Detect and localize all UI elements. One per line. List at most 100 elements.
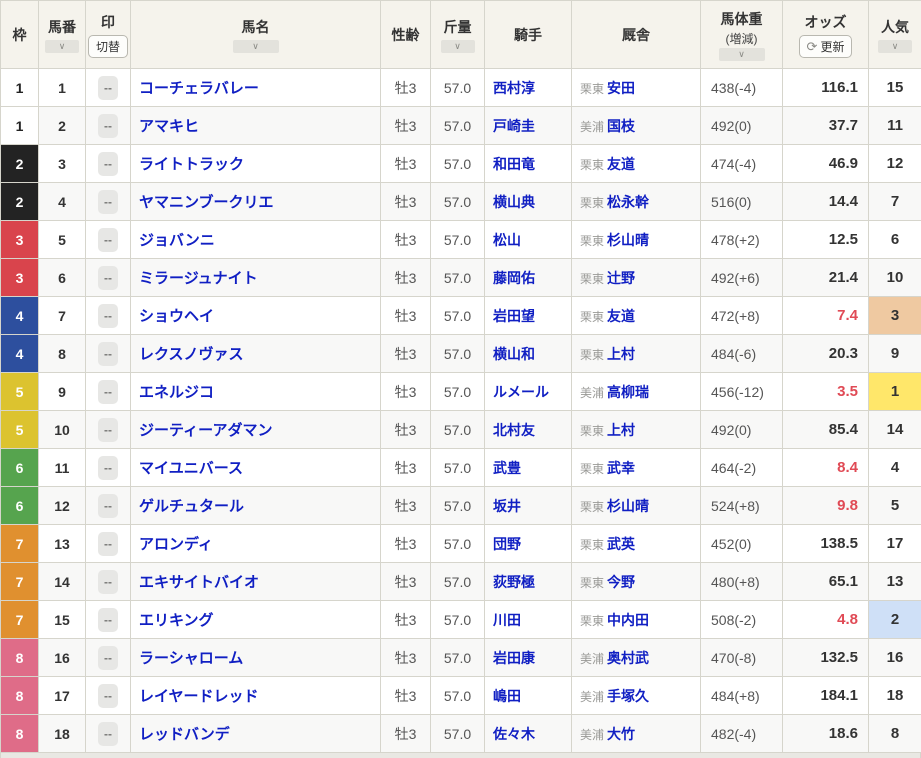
mark-cell: -- (86, 145, 131, 183)
table-row: 6 11 -- マイユニバース 牡3 57.0 武豊 栗東武幸 464(-2) … (1, 449, 921, 487)
body-weight-cell: 474(-4) (701, 145, 783, 183)
horse-name-link[interactable]: ライトトラック (139, 156, 244, 173)
horse-name-link[interactable]: エネルジコ (139, 384, 214, 401)
trainer-link[interactable]: 大竹 (607, 726, 635, 742)
horse-name-link[interactable]: アマキヒ (139, 118, 199, 135)
sort-horse-number-button[interactable]: ∨ (45, 40, 79, 53)
mark-toggle-chip[interactable]: -- (98, 456, 118, 480)
mark-toggle-chip[interactable]: -- (98, 608, 118, 632)
carried-weight-cell: 57.0 (431, 411, 485, 449)
jockey-link[interactable]: 坂井 (493, 498, 521, 514)
mark-toggle-chip[interactable]: -- (98, 722, 118, 746)
sort-popularity-button[interactable]: ∨ (878, 40, 912, 53)
header-body-weight-label: 馬体重 (721, 9, 763, 29)
trainer-link[interactable]: 上村 (607, 422, 635, 438)
trainer-link[interactable]: 高柳瑞 (607, 384, 649, 400)
horse-name-link[interactable]: マイユニバース (139, 460, 243, 477)
frame-cell: 8 (1, 715, 39, 753)
mark-toggle-chip[interactable]: -- (98, 304, 118, 328)
mark-toggle-chip[interactable]: -- (98, 532, 118, 556)
trainer-link[interactable]: 杉山晴 (607, 498, 649, 514)
horse-name-link[interactable]: レクスノヴァス (139, 346, 244, 363)
trainer-link[interactable]: 奥村武 (607, 650, 649, 666)
trainer-link[interactable]: 上村 (607, 346, 635, 362)
mark-toggle-chip[interactable]: -- (98, 76, 118, 100)
horse-name-link[interactable]: ショウヘイ (139, 308, 214, 325)
horse-name-link[interactable]: ジーティーアダマン (139, 422, 273, 439)
trainer-link[interactable]: 武幸 (607, 460, 635, 476)
trainer-link[interactable]: 辻野 (607, 270, 635, 286)
jockey-link[interactable]: 横山典 (493, 194, 535, 210)
trainer-link[interactable]: 杉山晴 (607, 232, 649, 248)
table-header: 枠 馬番 ∨ 印 切替 馬名 ∨ 性齢 (1, 1, 921, 69)
jockey-link[interactable]: 荻野極 (493, 574, 535, 590)
horse-name-link[interactable]: ヤマニンブークリエ (139, 194, 274, 211)
mark-toggle-chip[interactable]: -- (98, 570, 118, 594)
stable-region-label: 栗東 (580, 234, 604, 248)
horse-name-link[interactable]: ミラージュナイト (139, 270, 258, 287)
mark-toggle-button[interactable]: 切替 (88, 35, 128, 58)
mark-toggle-chip[interactable]: -- (98, 114, 118, 138)
trainer-link[interactable]: 今野 (607, 574, 635, 590)
trainer-link[interactable]: 松永幹 (607, 194, 649, 210)
sort-body-weight-button[interactable]: ∨ (719, 48, 765, 61)
header-jockey: 騎手 (485, 1, 572, 69)
jockey-link[interactable]: 岩田望 (493, 308, 535, 324)
frame-cell: 2 (1, 183, 39, 221)
jockey-link[interactable]: 松山 (493, 232, 521, 248)
horse-name-link[interactable]: ラーシャローム (139, 650, 243, 667)
horse-name-link[interactable]: エキサイトバイオ (139, 574, 259, 591)
mark-toggle-chip[interactable]: -- (98, 418, 118, 442)
jockey-link[interactable]: 佐々木 (493, 726, 535, 742)
trainer-link[interactable]: 安田 (607, 80, 635, 96)
carried-weight-cell: 57.0 (431, 145, 485, 183)
jockey-link[interactable]: 藤岡佑 (493, 270, 535, 286)
sort-carried-weight-button[interactable]: ∨ (441, 40, 475, 53)
table-row: 4 8 -- レクスノヴァス 牡3 57.0 横山和 栗東上村 484(-6) … (1, 335, 921, 373)
mark-toggle-chip[interactable]: -- (98, 152, 118, 176)
jockey-link[interactable]: 武豊 (493, 460, 521, 476)
trainer-link[interactable]: 中内田 (607, 612, 649, 628)
jockey-link[interactable]: 和田竜 (493, 156, 535, 172)
jockey-link[interactable]: 嶋田 (493, 688, 521, 704)
popularity-cell: 1 (869, 373, 921, 411)
carried-weight-cell: 57.0 (431, 259, 485, 297)
jockey-link[interactable]: 北村友 (493, 422, 535, 438)
mark-toggle-chip[interactable]: -- (98, 190, 118, 214)
mark-toggle-chip[interactable]: -- (98, 380, 118, 404)
trainer-link[interactable]: 武英 (607, 536, 635, 552)
jockey-link[interactable]: 岩田康 (493, 650, 535, 666)
jockey-link[interactable]: 横山和 (493, 346, 535, 362)
header-stable: 厩舎 (572, 1, 701, 69)
jockey-link[interactable]: 川田 (493, 612, 521, 628)
horse-name-link[interactable]: エリキング (139, 612, 214, 629)
trainer-link[interactable]: 友道 (607, 308, 635, 324)
horse-name-link[interactable]: ジョバンニ (139, 232, 215, 249)
trainer-link[interactable]: 国枝 (607, 118, 635, 134)
horse-name-link[interactable]: レッドバンデ (139, 726, 230, 743)
table-row: 1 2 -- アマキヒ 牡3 57.0 戸崎圭 美浦国枝 492(0) 37.7… (1, 107, 921, 145)
trainer-link[interactable]: 友道 (607, 156, 635, 172)
mark-toggle-chip[interactable]: -- (98, 646, 118, 670)
stable-region-label: 栗東 (580, 82, 604, 96)
mark-toggle-chip[interactable]: -- (98, 494, 118, 518)
odds-refresh-button[interactable]: ⟳更新 (799, 35, 853, 58)
odds-value: 65.1 (829, 573, 858, 590)
horse-number-cell: 13 (39, 525, 86, 563)
sort-horse-name-button[interactable]: ∨ (233, 40, 279, 53)
jockey-link[interactable]: 戸崎圭 (493, 118, 535, 134)
popularity-cell: 11 (869, 107, 921, 145)
jockey-link[interactable]: ルメール (493, 384, 549, 400)
horse-name-link[interactable]: レイヤードレッド (139, 688, 259, 705)
stable-region-label: 栗東 (580, 310, 604, 324)
horse-name-link[interactable]: ゲルチュタール (139, 498, 244, 515)
horse-name-link[interactable]: コーチェラバレー (139, 80, 259, 97)
mark-toggle-chip[interactable]: -- (98, 684, 118, 708)
jockey-link[interactable]: 団野 (493, 536, 521, 552)
mark-toggle-chip[interactable]: -- (98, 342, 118, 366)
jockey-link[interactable]: 西村淳 (493, 80, 535, 96)
trainer-link[interactable]: 手塚久 (607, 688, 649, 704)
mark-toggle-chip[interactable]: -- (98, 266, 118, 290)
mark-toggle-chip[interactable]: -- (98, 228, 118, 252)
horse-name-link[interactable]: アロンディ (139, 536, 213, 553)
